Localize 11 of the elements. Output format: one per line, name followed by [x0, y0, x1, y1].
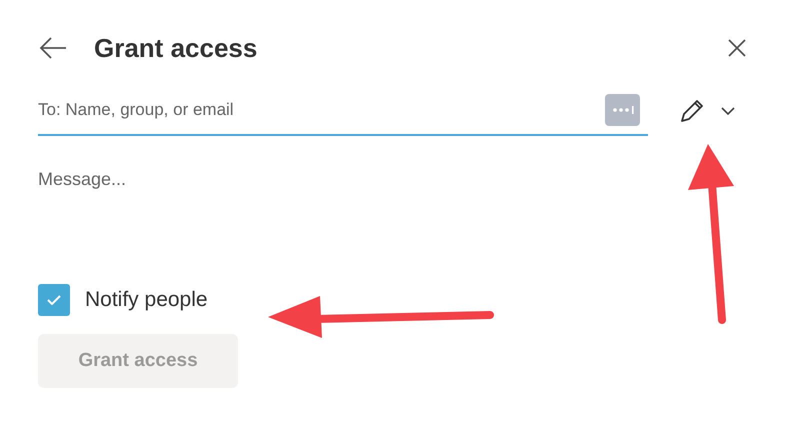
notify-checkbox[interactable] [38, 284, 70, 316]
dialog-title: Grant access [94, 35, 258, 61]
message-field[interactable]: Message... [38, 166, 678, 276]
recipient-field[interactable]: To: Name, group, or email [38, 97, 605, 123]
checkmark-icon [47, 295, 61, 305]
back-arrow-icon[interactable] [38, 36, 68, 60]
pencil-icon[interactable] [678, 97, 706, 125]
chevron-down-icon[interactable] [720, 106, 736, 116]
dots-icon [612, 106, 634, 114]
notify-label: Notify people [85, 287, 208, 314]
close-icon[interactable] [727, 38, 747, 58]
